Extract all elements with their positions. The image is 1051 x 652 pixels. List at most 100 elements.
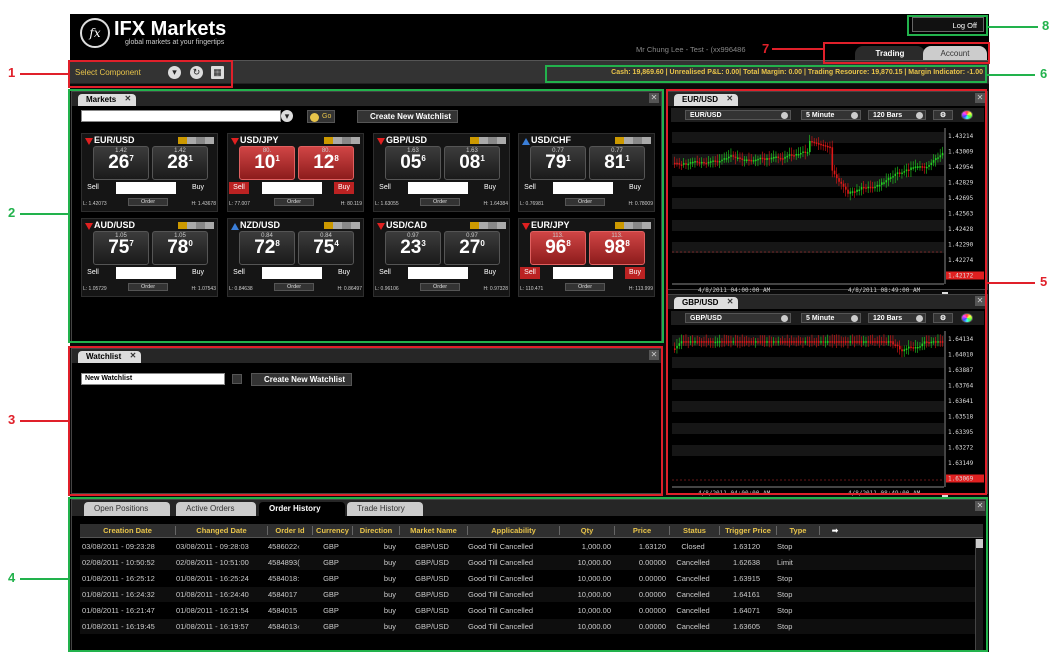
symbol-select[interactable]: EUR/USD xyxy=(685,110,791,120)
settings-icon[interactable]: ⚙ xyxy=(933,110,953,120)
close-icon[interactable]: ✕ xyxy=(125,94,132,103)
market-search-input[interactable] xyxy=(81,110,281,122)
buy-price-box[interactable]: 1.42 281 xyxy=(152,146,208,180)
column-header[interactable]: Market Name xyxy=(400,526,468,535)
buy-price-box[interactable]: 0.97 270 xyxy=(444,231,500,265)
table-scrollbar[interactable] xyxy=(975,539,983,652)
sell-price-box[interactable]: 0.77 791 xyxy=(530,146,586,180)
buy-button[interactable]: Buy xyxy=(480,182,500,194)
tab-chart-0[interactable]: EUR/USD ✕ xyxy=(674,94,739,106)
order-button[interactable]: Order xyxy=(128,283,168,291)
tab-trade-history[interactable]: Trade History xyxy=(347,502,423,516)
color-icon[interactable] xyxy=(961,110,973,120)
buy-button[interactable]: Buy xyxy=(188,267,208,279)
table-row[interactable]: 02/08/2011 - 10:50:52 02/08/2011 - 10:51:… xyxy=(80,555,975,570)
buy-price-box[interactable]: 0.84 754 xyxy=(298,231,354,265)
close-icon[interactable]: ✕ xyxy=(726,94,733,103)
tile-actions-icons[interactable] xyxy=(324,222,360,229)
buy-button[interactable]: Buy xyxy=(334,182,354,194)
panel-close-icon[interactable]: ✕ xyxy=(975,501,985,511)
sell-price-box[interactable]: 80. 101 xyxy=(239,146,295,180)
candlestick-chart[interactable]: 1.43214 1.43009 1.42954 1.42829 1.42695 1.425… xyxy=(668,124,989,299)
symbol-select[interactable]: GBP/USD xyxy=(685,313,791,323)
order-button[interactable]: Order xyxy=(420,283,460,291)
settings-icon[interactable]: ⚙ xyxy=(933,313,953,323)
go-button[interactable]: Go xyxy=(307,110,336,123)
refresh-icon[interactable]: ↻ xyxy=(190,66,203,79)
sell-button[interactable]: Sell xyxy=(229,182,249,194)
table-row[interactable]: 01/08/2011 - 16:24:32 01/08/2011 - 16:24:… xyxy=(80,587,975,602)
tile-actions-icons[interactable] xyxy=(178,222,214,229)
chevron-down-icon[interactable] xyxy=(851,112,858,119)
buy-price-box[interactable]: 0.77 811 xyxy=(589,146,645,180)
tab-watchlist[interactable]: Watchlist ✕ xyxy=(78,351,142,363)
amount-input[interactable] xyxy=(553,182,613,194)
column-header[interactable]: Status xyxy=(670,526,720,535)
panel-close-icon[interactable]: ✕ xyxy=(649,93,659,103)
buy-button[interactable]: Buy xyxy=(334,267,354,279)
color-icon[interactable] xyxy=(961,313,973,323)
tile-actions-icons[interactable] xyxy=(615,222,651,229)
column-header[interactable]: Applicability xyxy=(468,526,560,535)
tab-trading[interactable]: Trading xyxy=(855,46,925,61)
buy-button[interactable]: Buy xyxy=(625,267,645,279)
table-row[interactable]: 01/08/2011 - 16:25:12 01/08/2011 - 16:25:… xyxy=(80,571,975,586)
chevron-down-icon[interactable] xyxy=(916,112,923,119)
tile-actions-icons[interactable] xyxy=(615,137,651,144)
column-header[interactable]: Price xyxy=(615,526,670,535)
save-icon[interactable] xyxy=(232,374,242,384)
buy-price-box[interactable]: 80. 128 xyxy=(298,146,354,180)
order-button[interactable]: Order xyxy=(565,283,605,291)
chevron-down-icon[interactable] xyxy=(851,315,858,322)
candlestick-chart[interactable]: 1.64134 1.64010 1.63887 1.63764 1.63641 1.635… xyxy=(668,327,989,502)
buy-button[interactable]: Buy xyxy=(188,182,208,194)
sell-price-box[interactable]: 113. 968 xyxy=(530,231,586,265)
select-component-label[interactable]: Select Component xyxy=(75,68,141,77)
column-header[interactable]: Qty xyxy=(560,526,615,535)
bars-select[interactable]: 120 Bars xyxy=(868,313,926,323)
buy-price-box[interactable]: 113. 988 xyxy=(589,231,645,265)
interval-select[interactable]: 5 Minute xyxy=(801,110,861,120)
tile-actions-icons[interactable] xyxy=(470,222,506,229)
sell-button[interactable]: Sell xyxy=(229,267,249,279)
column-header[interactable]: Order Id xyxy=(268,526,313,535)
panel-close-icon[interactable]: ✕ xyxy=(649,350,659,360)
amount-input[interactable] xyxy=(408,182,468,194)
buy-price-box[interactable]: 1.05 780 xyxy=(152,231,208,265)
panel-close-icon[interactable]: ✕ xyxy=(975,93,985,103)
create-watchlist-button[interactable]: Create New Watchlist xyxy=(357,110,459,123)
watchlist-name-input[interactable]: New Watchlist xyxy=(81,373,225,385)
buy-button[interactable]: Buy xyxy=(625,182,645,194)
logoff-button[interactable]: Log Off xyxy=(912,17,984,32)
column-header[interactable]: Creation Date xyxy=(80,526,176,535)
tile-actions-icons[interactable] xyxy=(470,137,506,144)
interval-select[interactable]: 5 Minute xyxy=(801,313,861,323)
column-header[interactable]: Changed Date xyxy=(176,526,268,535)
grid-layout-icon[interactable]: ▦ xyxy=(211,66,224,79)
tab-order-history[interactable]: Order History xyxy=(259,502,345,516)
sell-button[interactable]: Sell xyxy=(83,267,103,279)
table-row[interactable]: 01/08/2011 - 16:21:47 01/08/2011 - 16:21:… xyxy=(80,603,975,618)
close-icon[interactable]: ✕ xyxy=(130,351,137,360)
chevron-down-icon[interactable] xyxy=(916,315,923,322)
tab-open-positions[interactable]: Open Positions xyxy=(84,502,170,516)
sell-button[interactable]: Sell xyxy=(375,267,395,279)
buy-button[interactable]: Buy xyxy=(480,267,500,279)
chevron-down-icon[interactable] xyxy=(781,315,788,322)
table-row[interactable]: 03/08/2011 - 09:23:28 03/08/2011 - 09:28:… xyxy=(80,539,975,554)
amount-input[interactable] xyxy=(408,267,468,279)
column-header[interactable]: Trigger Price xyxy=(720,526,777,535)
amount-input[interactable] xyxy=(262,182,322,194)
tab-active-orders[interactable]: Active Orders xyxy=(176,502,256,516)
sell-price-box[interactable]: 0.84 728 xyxy=(239,231,295,265)
chevron-down-icon[interactable] xyxy=(781,112,788,119)
tab-account[interactable]: Account xyxy=(923,46,987,61)
order-button[interactable]: Order xyxy=(274,283,314,291)
tile-actions-icons[interactable] xyxy=(324,137,360,144)
close-icon[interactable]: ✕ xyxy=(727,297,734,306)
amount-input[interactable] xyxy=(553,267,613,279)
panel-close-icon[interactable]: ✕ xyxy=(975,296,985,306)
sell-button[interactable]: Sell xyxy=(83,182,103,194)
order-button[interactable]: Order xyxy=(565,198,605,206)
create-watchlist-button[interactable]: Create New Watchlist xyxy=(251,373,353,386)
